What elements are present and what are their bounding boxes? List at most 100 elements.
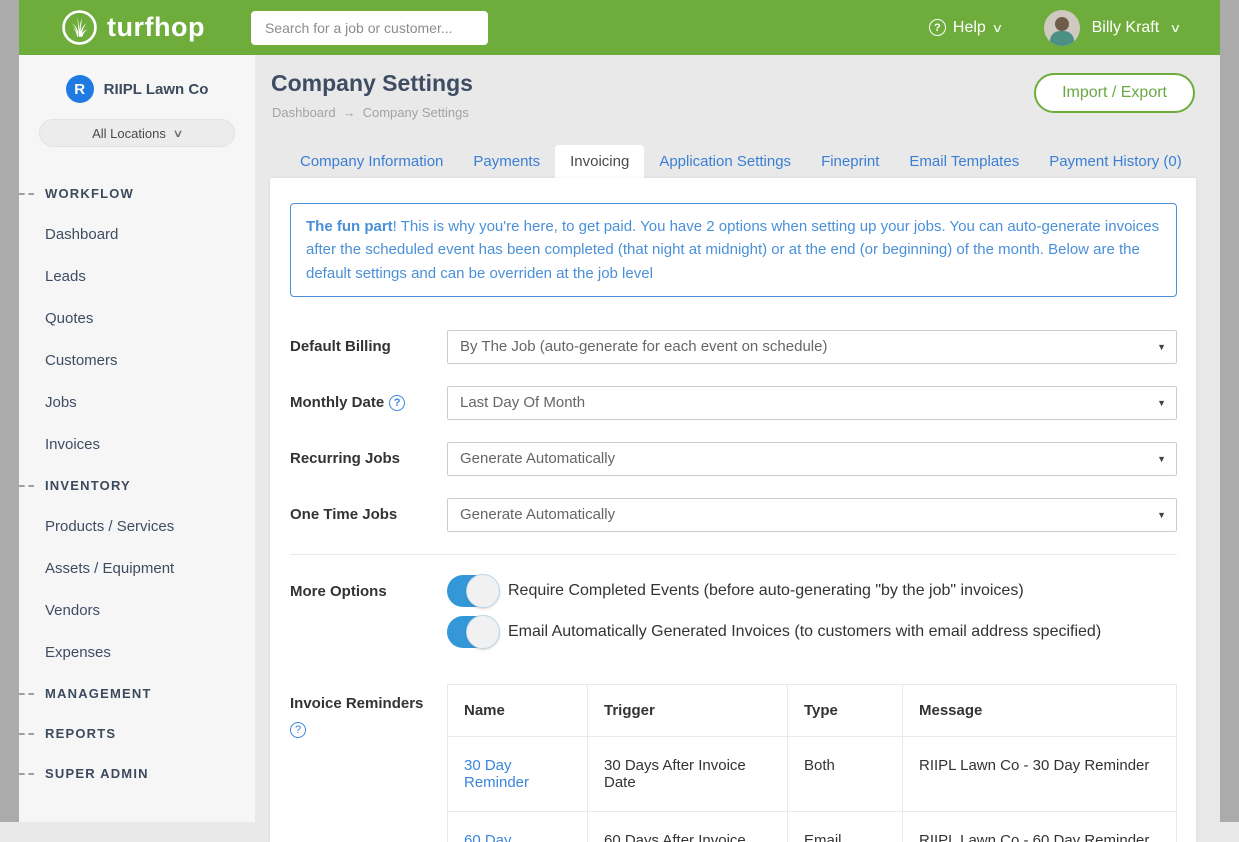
reminder-link-30-day[interactable]: 30 Day Reminder	[464, 757, 529, 791]
chevron-down-icon: ∨	[172, 127, 183, 140]
sidebar-item-jobs[interactable]: Jobs	[19, 381, 255, 423]
one-time-jobs-label: One Time Jobs	[290, 498, 447, 532]
section-divider	[290, 554, 1177, 555]
form-row-recurring-jobs: Recurring Jobs Generate Automatically ▼	[290, 442, 1177, 476]
recurring-jobs-select[interactable]: Generate Automatically ▼	[447, 442, 1177, 476]
sidebar-section-workflow[interactable]: WORKFLOW	[19, 173, 255, 213]
location-selector[interactable]: All Locations ∨	[39, 119, 235, 147]
column-header-message: Message	[903, 684, 1177, 736]
one-time-jobs-value: Generate Automatically	[460, 506, 615, 523]
brand-name: turfhop	[107, 12, 205, 43]
intro-message-bold: The fun part	[306, 218, 393, 235]
sidebar-item-products-services[interactable]: Products / Services	[19, 505, 255, 547]
reminder-link-60-day[interactable]: 60 Day Reminder	[464, 832, 529, 842]
user-avatar	[1044, 10, 1080, 46]
sidebar-item-vendors[interactable]: Vendors	[19, 589, 255, 631]
sidebar-section-management[interactable]: MANAGEMENT	[19, 673, 255, 713]
reminder-type: Email	[788, 811, 903, 842]
default-billing-label: Default Billing	[290, 330, 447, 364]
import-export-button[interactable]: Import / Export	[1034, 73, 1195, 113]
sidebar: R RIIPL Lawn Co All Locations ∨ WORKFLOW…	[19, 55, 255, 822]
email-generated-invoices-label: Email Automatically Generated Invoices (…	[508, 623, 1101, 641]
select-arrow-icon: ▼	[1157, 510, 1166, 520]
brand-logo-group[interactable]: turfhop	[61, 9, 205, 46]
help-menu[interactable]: ? Help ∨	[929, 19, 1002, 37]
sidebar-section-inventory[interactable]: INVENTORY	[19, 465, 255, 505]
more-options-row: More Options Require Completed Events (b…	[290, 575, 1177, 657]
sidebar-item-customers[interactable]: Customers	[19, 339, 255, 381]
default-billing-select[interactable]: By The Job (auto-generate for each event…	[447, 330, 1177, 364]
invoice-reminders-help-icon[interactable]: ?	[290, 722, 306, 738]
select-arrow-icon: ▼	[1157, 454, 1166, 464]
form-row-monthly-date: Monthly Date ? Last Day Of Month ▼	[290, 386, 1177, 420]
tab-email-templates[interactable]: Email Templates	[894, 145, 1034, 178]
monthly-date-label: Monthly Date ?	[290, 386, 447, 420]
breadcrumb-current: Company Settings	[363, 105, 469, 120]
help-label: Help	[953, 19, 986, 37]
column-header-name: Name	[448, 684, 588, 736]
invoice-reminders-section: Invoice Reminders ? Name Trigger Type Me…	[290, 684, 1177, 842]
monthly-date-help-icon[interactable]: ?	[389, 395, 405, 411]
sidebar-nav: WORKFLOW Dashboard Leads Quotes Customer…	[19, 173, 255, 793]
tab-payments[interactable]: Payments	[458, 145, 555, 178]
search-input[interactable]	[251, 11, 488, 45]
invoice-reminders-table: Name Trigger Type Message 30 Day Reminde…	[447, 684, 1177, 842]
breadcrumb-dashboard[interactable]: Dashboard	[272, 105, 336, 120]
breadcrumb-arrow-icon: →	[343, 105, 356, 120]
sidebar-item-dashboard[interactable]: Dashboard	[19, 213, 255, 255]
reminder-type: Both	[788, 736, 903, 811]
reminder-trigger: 30 Days After Invoice Date	[588, 736, 788, 811]
help-icon: ?	[929, 19, 946, 36]
column-header-type: Type	[788, 684, 903, 736]
intro-message: The fun part! This is why you're here, t…	[290, 203, 1177, 297]
email-generated-invoices-toggle[interactable]	[447, 616, 499, 648]
turfhop-logo-icon	[61, 9, 98, 46]
table-row: 60 Day Reminder 60 Days After Invoice Da…	[448, 811, 1177, 842]
location-selector-label: All Locations	[92, 126, 166, 141]
tab-fineprint[interactable]: Fineprint	[806, 145, 894, 178]
page-title: Company Settings	[271, 70, 473, 97]
toggle-knob	[466, 615, 500, 649]
sidebar-item-expenses[interactable]: Expenses	[19, 631, 255, 673]
table-row: 30 Day Reminder 30 Days After Invoice Da…	[448, 736, 1177, 811]
user-menu[interactable]: Billy Kraft ∨	[1044, 10, 1180, 46]
sidebar-item-quotes[interactable]: Quotes	[19, 297, 255, 339]
invoicing-panel: The fun part! This is why you're here, t…	[270, 178, 1196, 842]
invoice-reminders-label: Invoice Reminders	[290, 694, 447, 714]
toggle-knob	[466, 574, 500, 608]
main-content: Company Settings Dashboard → Company Set…	[255, 55, 1220, 822]
require-completed-events-label: Require Completed Events (before auto-ge…	[508, 582, 1024, 600]
require-completed-events-toggle[interactable]	[447, 575, 499, 607]
user-name: Billy Kraft	[1092, 19, 1160, 37]
form-row-one-time-jobs: One Time Jobs Generate Automatically ▼	[290, 498, 1177, 532]
one-time-jobs-select[interactable]: Generate Automatically ▼	[447, 498, 1177, 532]
tab-company-information[interactable]: Company Information	[285, 145, 458, 178]
recurring-jobs-label: Recurring Jobs	[290, 442, 447, 476]
sidebar-item-leads[interactable]: Leads	[19, 255, 255, 297]
column-header-trigger: Trigger	[588, 684, 788, 736]
select-arrow-icon: ▼	[1157, 398, 1166, 408]
sidebar-item-assets-equipment[interactable]: Assets / Equipment	[19, 547, 255, 589]
breadcrumb: Dashboard → Company Settings	[272, 105, 469, 120]
invoicing-form: Default Billing By The Job (auto-generat…	[290, 330, 1177, 532]
tab-application-settings[interactable]: Application Settings	[644, 145, 806, 178]
chevron-down-icon: ∨	[1169, 21, 1181, 35]
toggle-row-email-invoices: Email Automatically Generated Invoices (…	[447, 616, 1177, 648]
form-row-default-billing: Default Billing By The Job (auto-generat…	[290, 330, 1177, 364]
default-billing-value: By The Job (auto-generate for each event…	[460, 338, 827, 355]
top-navbar: turfhop ? Help ∨ Billy Kraft ∨	[19, 0, 1220, 55]
page-scrollbar[interactable]	[1220, 0, 1239, 822]
sidebar-item-invoices[interactable]: Invoices	[19, 423, 255, 465]
left-scrollbar[interactable]	[0, 0, 19, 822]
company-avatar: R	[66, 75, 94, 103]
monthly-date-select[interactable]: Last Day Of Month ▼	[447, 386, 1177, 420]
tab-payment-history[interactable]: Payment History (0)	[1034, 145, 1197, 178]
chevron-down-icon: ∨	[991, 21, 1003, 35]
tab-invoicing[interactable]: Invoicing	[555, 145, 644, 178]
sidebar-section-super-admin[interactable]: SUPER ADMIN	[19, 753, 255, 793]
company-name: RIIPL Lawn Co	[104, 81, 209, 98]
recurring-jobs-value: Generate Automatically	[460, 450, 615, 467]
company-identity: R RIIPL Lawn Co	[19, 75, 255, 103]
sidebar-section-reports[interactable]: REPORTS	[19, 713, 255, 753]
monthly-date-value: Last Day Of Month	[460, 394, 585, 411]
